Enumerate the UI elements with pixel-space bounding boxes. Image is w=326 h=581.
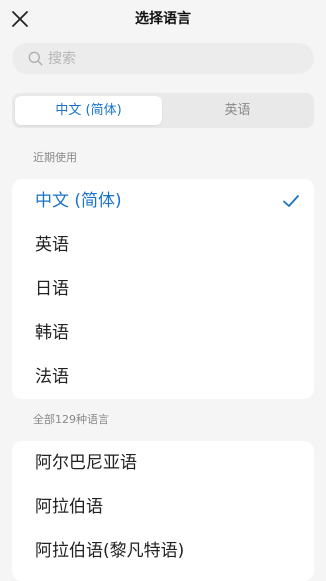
tab-target-language[interactable]: 英语 [164,96,311,125]
list-item-chinese-simplified[interactable]: 中文 (简体) [12,179,314,223]
search-bar[interactable] [12,43,314,74]
list-item-arabic[interactable]: 阿拉伯语 [12,485,314,529]
list-item-arabic-levantine[interactable]: 阿拉伯语(黎凡特语) [12,529,314,573]
all-languages-section-label: 全部129种语言 [33,413,109,426]
tab-source-language[interactable]: 中文 (简体) [15,96,162,125]
list-item-korean[interactable]: 韩语 [12,311,314,355]
list-item-label: 中文 (简体) [35,191,122,211]
list-item-label: 阿尔巴尼亚语 [35,453,137,473]
list-item-label: 阿拉伯语(黎凡特语) [35,541,185,561]
list-item-label: 韩语 [35,323,69,343]
list-item-french[interactable]: 法语 [12,355,314,399]
list-item-label: 阿拉伯语 [35,497,103,517]
list-item-label: 日语 [35,279,69,299]
checkmark-icon [283,195,299,207]
search-input[interactable] [48,43,298,74]
page-title: 选择语言 [135,11,191,27]
recent-languages-list: 中文 (简体) 英语 日语 韩语 法语 [12,179,314,399]
search-icon [28,51,43,66]
list-item-english[interactable]: 英语 [12,223,314,267]
list-item-label: 法语 [35,367,69,387]
list-item-label: 英语 [35,235,69,255]
list-item-japanese[interactable]: 日语 [12,267,314,311]
top-bar: 选择语言 [0,0,326,38]
all-languages-list: 阿尔巴尼亚语 阿拉伯语 阿拉伯语(黎凡特语) [12,441,314,581]
recent-section-label: 近期使用 [33,151,77,164]
list-item-albanian[interactable]: 阿尔巴尼亚语 [12,441,314,485]
language-direction-tabs: 中文 (简体) 英语 [12,93,314,128]
